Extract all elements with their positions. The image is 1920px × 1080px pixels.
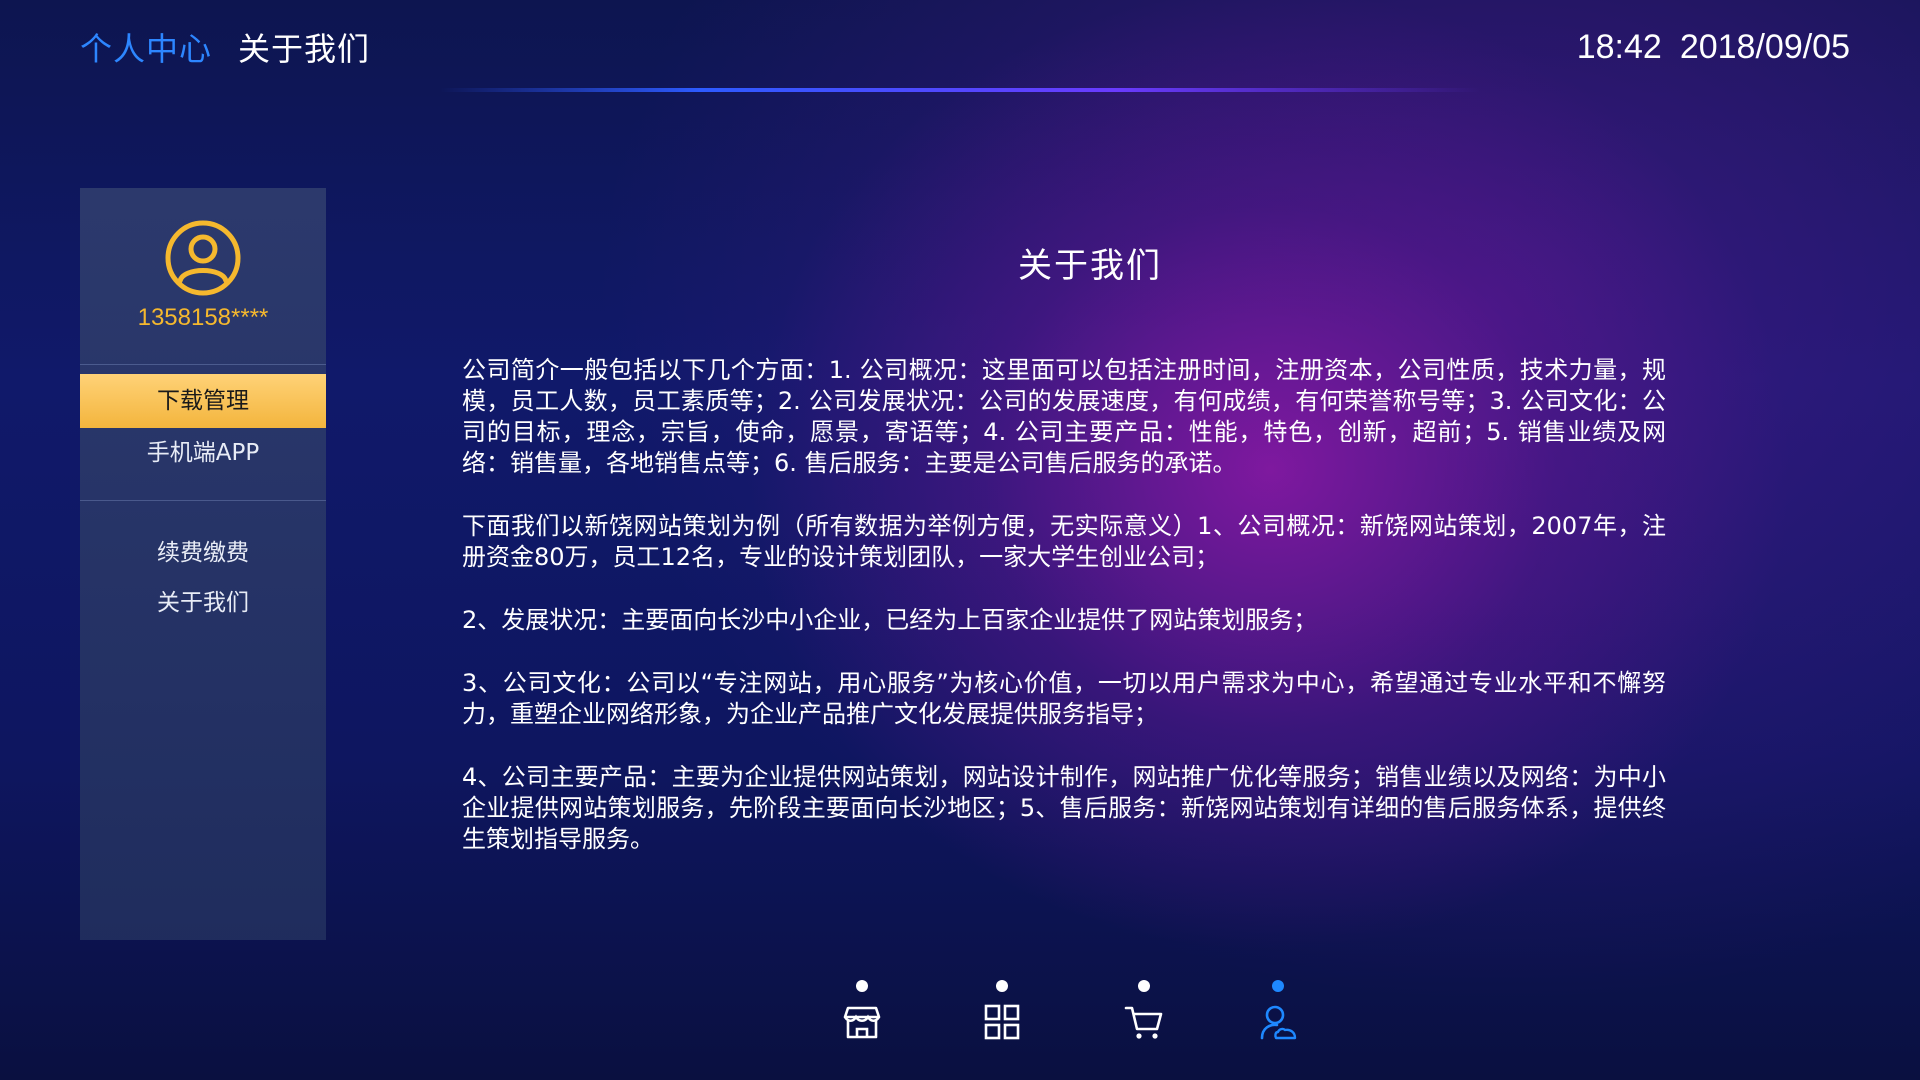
sidebar-divider: [80, 500, 326, 501]
sidebar: 1358158**** 下载管理 手机端APP 续费缴费 关于我们: [80, 188, 326, 940]
clock-time: 18:42: [1576, 27, 1662, 66]
content-paragraph: 2、发展状况：主要面向长沙中小企业，已经为上百家企业提供了网站策划服务；: [462, 606, 1318, 634]
content-paragraph: 3、公司文化：公司以“专注网站，用心服务”为核心价值，一切以用户需求为中心，希望…: [462, 669, 1666, 728]
content-title: 关于我们: [1018, 246, 1162, 286]
grid-icon: [984, 1004, 1020, 1040]
nav-item-profile[interactable]: [1248, 975, 1308, 1055]
sidebar-item-about-us[interactable]: 关于我们: [80, 576, 326, 630]
header-divider: [440, 88, 1480, 92]
nav-item-store[interactable]: [832, 975, 892, 1055]
nav-indicator-dot-active: [1272, 980, 1284, 992]
sidebar-divider: [80, 364, 326, 365]
clock: 18:42 2018/09/05: [1577, 22, 1850, 72]
user-phone: 1358158****: [137, 304, 269, 331]
clock-date: 2018/09/05: [1679, 27, 1850, 66]
content-paragraph: 下面我们以新饶网站策划为例（所有数据为举例方便，无实际意义）1、公司概况：新饶网…: [462, 512, 1666, 571]
user-icon: [1260, 1005, 1297, 1040]
breadcrumb: 个人中心 关于我们: [80, 22, 370, 72]
avatar-icon: [165, 220, 241, 296]
breadcrumb-current: 关于我们: [238, 30, 371, 68]
nav-indicator-dot: [996, 980, 1008, 992]
nav-item-apps[interactable]: [972, 975, 1032, 1055]
breadcrumb-root[interactable]: 个人中心: [80, 24, 212, 70]
nav-indicator-dot: [1138, 980, 1150, 992]
content-paragraph: 4、公司主要产品：主要为企业提供网站策划，网站设计制作，网站推广优化等服务；销售…: [462, 763, 1666, 853]
nav-indicator-dot: [856, 980, 868, 992]
store-icon: [843, 1006, 881, 1039]
sidebar-item-renewal-payment[interactable]: 续费缴费: [80, 526, 326, 580]
sidebar-item-download-management[interactable]: 下载管理: [80, 374, 326, 428]
content-body: 公司简介一般包括以下几个方面：1. 公司概况：这里面可以包括注册时间，注册资本，…: [462, 355, 1666, 887]
cart-icon: [1124, 1006, 1163, 1039]
content-paragraph: 公司简介一般包括以下几个方面：1. 公司概况：这里面可以包括注册时间，注册资本，…: [462, 356, 1666, 477]
sidebar-item-mobile-app[interactable]: 手机端APP: [80, 426, 326, 480]
bottom-nav: [0, 975, 1920, 1055]
nav-item-cart[interactable]: [1114, 975, 1174, 1055]
